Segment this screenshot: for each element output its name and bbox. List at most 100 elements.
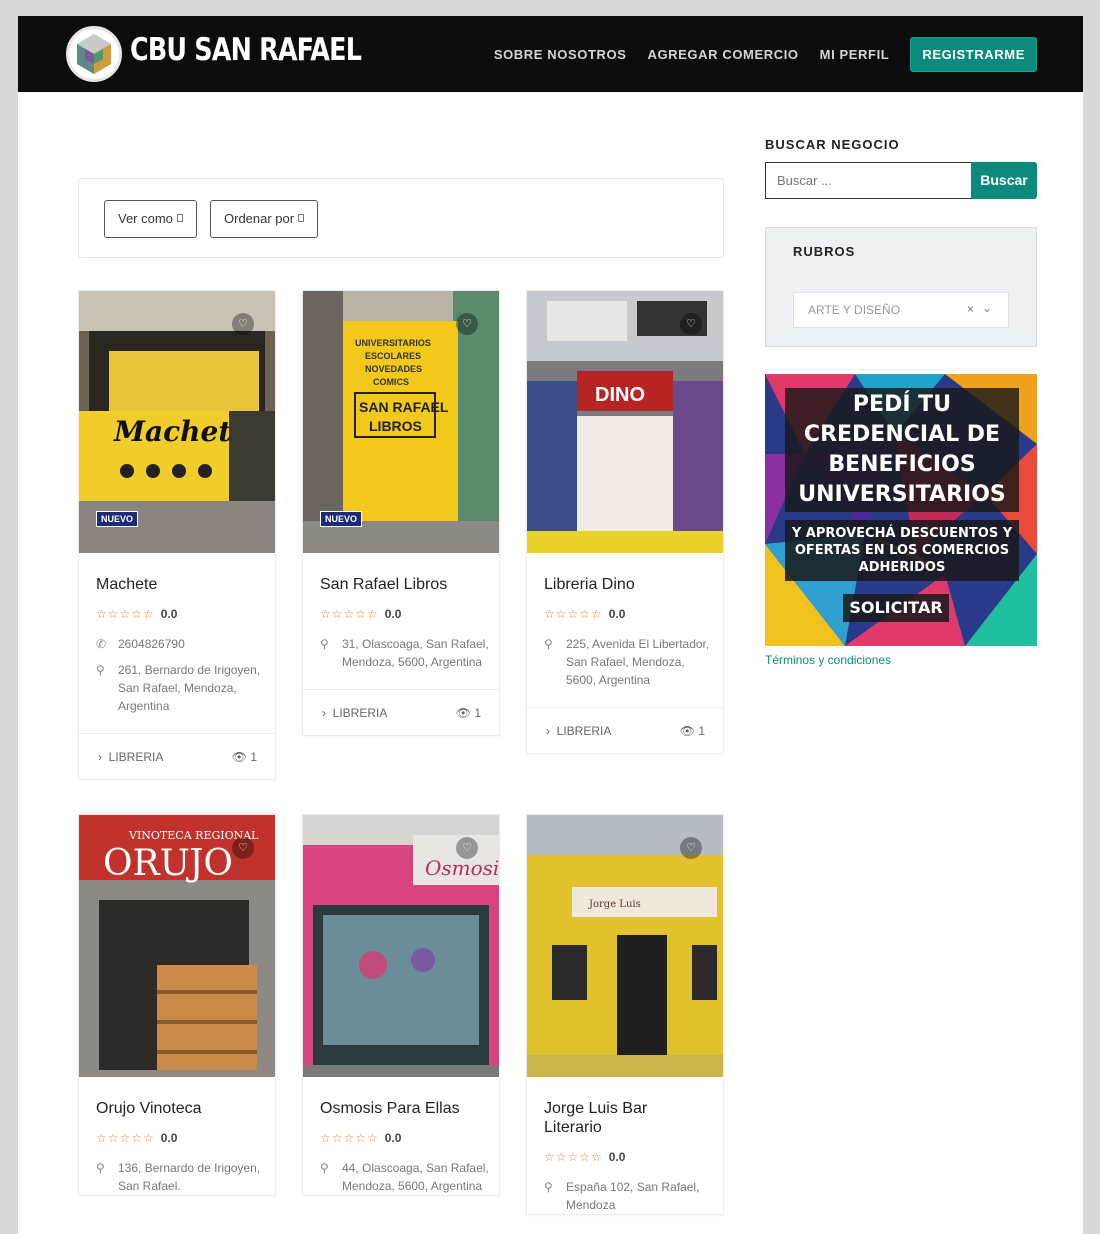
dropdown-icon xyxy=(298,214,305,222)
listing-card[interactable]: VINOTECA REGIONAL ORUJO ♡ Orujo Vinoteca… xyxy=(78,814,276,1196)
listing-card[interactable]: Osmosis ♡ Osmosis Para Ellas ☆☆☆☆☆0.0 ⚲ 4… xyxy=(302,814,500,1196)
svg-text:LIBROS: LIBROS xyxy=(369,418,422,434)
listing-name[interactable]: Jorge Luis Bar Literario xyxy=(544,1099,709,1137)
view-count: 👁 1 xyxy=(456,706,481,720)
favorite-heart-icon[interactable]: ♡ xyxy=(680,837,702,859)
chevron-right-icon: › xyxy=(546,724,550,738)
category-label: LIBRERIA xyxy=(332,706,388,720)
listing-phone: ✆ 2604826790 xyxy=(96,635,265,653)
search-button[interactable]: Buscar xyxy=(971,162,1037,199)
listing-name[interactable]: San Rafael Libros xyxy=(320,575,485,594)
logo-icon[interactable] xyxy=(66,26,122,82)
nav-add-business[interactable]: AGREGAR COMERCIO xyxy=(647,47,798,62)
new-badge: NUEVO xyxy=(320,511,363,527)
categories-widget: RUBROS ARTE Y DISEÑO × ⌄ xyxy=(765,227,1037,347)
phone-icon: ✆ xyxy=(96,637,107,651)
views-number: 1 xyxy=(474,706,481,720)
favorite-heart-icon[interactable]: ♡ xyxy=(680,313,702,335)
listing-name[interactable]: Libreria Dino xyxy=(544,575,709,594)
rating-stars: ☆☆☆☆☆ 0.0 xyxy=(544,607,626,621)
site-header: CBU SAN RAFAEL SOBRE NOSOTROS AGREGAR CO… xyxy=(18,16,1083,92)
listing-card[interactable]: Machete ♡ NUEVO Machete ☆☆☆☆☆ 0.0 ✆ 260482… xyxy=(78,290,276,780)
svg-text:UNIVERSITARIOS: UNIVERSITARIOS xyxy=(355,338,431,348)
svg-text:SAN RAFAEL: SAN RAFAEL xyxy=(359,399,449,415)
view-count: 👁 1 xyxy=(232,750,257,764)
category-label: LIBRERIA xyxy=(108,750,164,764)
rating-stars: ☆☆☆☆☆ 0.0 xyxy=(96,607,178,621)
map-pin-icon: ⚲ xyxy=(96,1161,105,1175)
address-text: 44, Olascoaga, San Rafael, Mendoza, 5600… xyxy=(342,1161,489,1193)
search-widget-title: BUSCAR NEGOCIO xyxy=(765,137,900,152)
listing-photo[interactable]: UNIVERSITARIOS ESCOLARES NOVEDADES COMIC… xyxy=(303,291,499,553)
category-link[interactable]: › LIBRERIA xyxy=(98,750,163,764)
rating-stars: ☆☆☆☆☆ 0.0 xyxy=(320,1131,402,1145)
categories-title: RUBROS xyxy=(793,244,856,259)
category-selected-value: ARTE Y DISEÑO xyxy=(808,303,901,317)
favorite-heart-icon[interactable]: ♡ xyxy=(456,313,478,335)
address-text: 225, Avenida El Libertador, San Rafael, … xyxy=(566,637,710,687)
svg-text:Machete: Machete xyxy=(113,415,249,448)
views-number: 1 xyxy=(698,724,705,738)
promo-subtext: Y APROVECHÁ DESCUENTOS Y OFERTAS EN LOS … xyxy=(785,520,1019,581)
nav-about[interactable]: SOBRE NOSOTROS xyxy=(494,47,627,62)
phone-text[interactable]: 2604826790 xyxy=(118,635,185,653)
view-as-button[interactable]: Ver como xyxy=(104,200,197,238)
category-select[interactable]: ARTE Y DISEÑO × ⌄ xyxy=(793,292,1009,328)
listing-name[interactable]: Osmosis Para Ellas xyxy=(320,1099,485,1118)
favorite-heart-icon[interactable]: ♡ xyxy=(232,313,254,335)
address-text: 136, Bernardo de Irigoyen, San Rafael. xyxy=(118,1161,261,1193)
listing-photo[interactable]: Osmosis ♡ xyxy=(303,815,499,1077)
address-text: España 102, San Rafael, Mendoza xyxy=(566,1180,700,1212)
dropdown-icon xyxy=(176,214,183,222)
rating-score: 0.0 xyxy=(608,607,626,621)
promo-headline: PEDÍ TU CREDENCIAL DE BENEFICIOS UNIVERS… xyxy=(785,388,1019,512)
listing-address: ⚲ 31, Olascoaga, San Rafael, Mendoza, 560… xyxy=(320,635,489,671)
svg-text:NOVEDADES: NOVEDADES xyxy=(365,364,422,374)
promo-banner[interactable]: PEDÍ TU CREDENCIAL DE BENEFICIOS UNIVERS… xyxy=(765,374,1037,646)
listing-filters: Ver como Ordenar por xyxy=(78,178,724,258)
svg-text:Jorge Luis: Jorge Luis xyxy=(588,899,641,910)
svg-text:COMICS: COMICS xyxy=(373,377,409,387)
brand-name[interactable]: CBU SAN RAFAEL xyxy=(130,32,362,68)
listing-address: ⚲ 261, Bernardo de Irigoyen, San Rafael, … xyxy=(96,661,265,715)
favorite-heart-icon[interactable]: ♡ xyxy=(232,837,254,859)
view-as-label: Ver como xyxy=(118,211,173,226)
listing-card[interactable]: UNIVERSITARIOS ESCOLARES NOVEDADES COMIC… xyxy=(302,290,500,736)
register-button[interactable]: REGISTRARME xyxy=(910,37,1037,72)
listing-photo[interactable]: Jorge Luis ♡ xyxy=(527,815,723,1077)
map-pin-icon: ⚲ xyxy=(320,637,329,651)
search-input[interactable] xyxy=(765,162,972,199)
address-text: 31, Olascoaga, San Rafael, Mendoza, 5600… xyxy=(342,637,489,669)
listing-name[interactable]: Machete xyxy=(96,575,261,594)
chevron-right-icon: › xyxy=(98,750,102,764)
card-footer: › LIBRERIA 👁 1 xyxy=(527,707,723,753)
eye-icon: 👁 xyxy=(679,724,695,738)
category-link[interactable]: › LIBRERIA xyxy=(322,706,387,720)
rating-stars: ☆☆☆☆☆ 0.0 xyxy=(320,607,402,621)
listing-photo[interactable]: VINOTECA REGIONAL ORUJO ♡ xyxy=(79,815,275,1077)
category-label: LIBRERIA xyxy=(556,724,612,738)
map-pin-icon: ⚲ xyxy=(96,663,105,677)
nav-my-profile[interactable]: MI PERFIL xyxy=(820,47,890,62)
terms-link[interactable]: Términos y condiciones xyxy=(765,653,891,667)
sort-by-label: Ordenar por xyxy=(224,211,295,226)
eye-icon: 👁 xyxy=(455,706,471,720)
rating-stars: ☆☆☆☆☆ 0.0 xyxy=(544,1150,626,1164)
listing-photo[interactable]: Machete ♡ NUEVO xyxy=(79,291,275,553)
svg-text:ORUJO: ORUJO xyxy=(103,843,233,884)
eye-icon: 👁 xyxy=(231,750,247,764)
map-pin-icon: ⚲ xyxy=(544,637,553,651)
promo-request-button[interactable]: SOLICITAR xyxy=(843,594,949,622)
sort-by-button[interactable]: Ordenar por xyxy=(210,200,319,238)
listing-card[interactable]: Jorge Luis ♡ Jorge Luis Bar Literario ☆☆… xyxy=(526,814,724,1215)
listing-photo[interactable]: DINO ♡ xyxy=(527,291,723,553)
listing-card[interactable]: DINO ♡ Libreria Dino ☆☆☆☆☆ 0.0 ⚲ 225, Aven… xyxy=(526,290,724,754)
rating-score: 0.0 xyxy=(608,1150,626,1164)
main-nav: SOBRE NOSOTROS AGREGAR COMERCIO MI PERFI… xyxy=(494,37,1037,72)
listing-name[interactable]: Orujo Vinoteca xyxy=(96,1099,261,1118)
card-footer: › LIBRERIA 👁 1 xyxy=(303,689,499,735)
category-link[interactable]: › LIBRERIA xyxy=(546,724,611,738)
chevron-down-icon[interactable]: ⌄ xyxy=(982,301,992,315)
favorite-heart-icon[interactable]: ♡ xyxy=(456,837,478,859)
clear-icon[interactable]: × xyxy=(967,302,974,316)
